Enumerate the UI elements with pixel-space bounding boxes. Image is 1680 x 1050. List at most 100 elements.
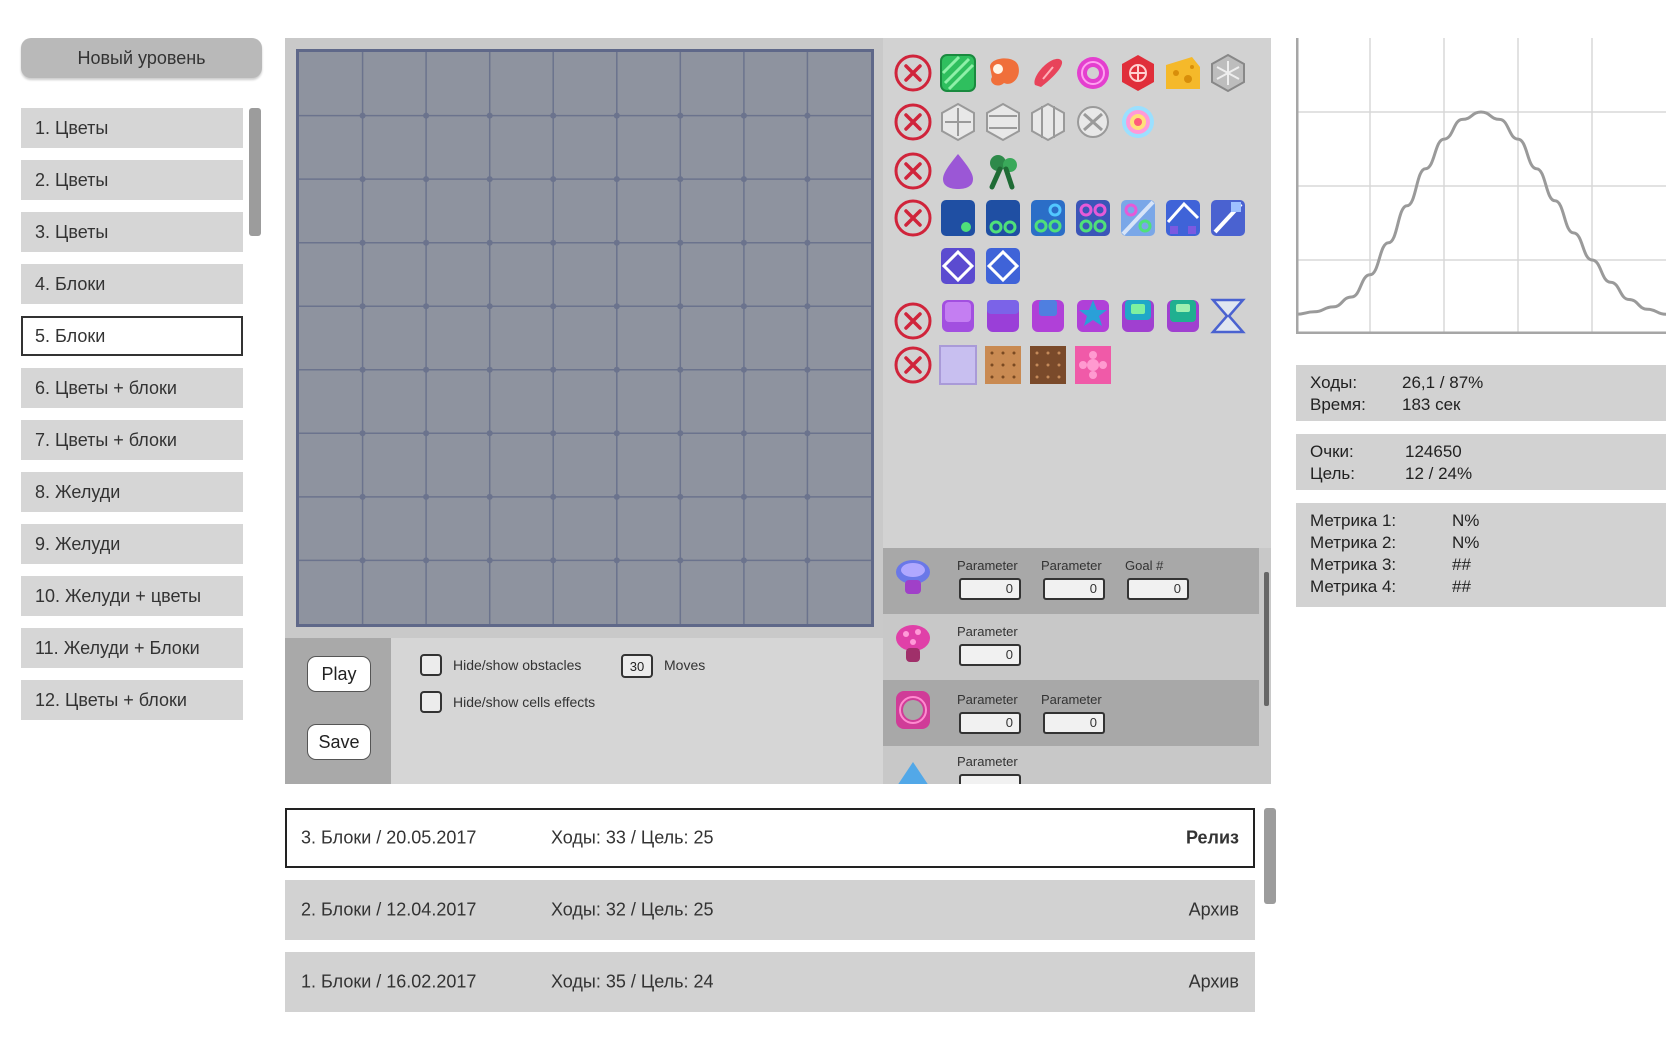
blue-block-rings-icon[interactable] (984, 198, 1022, 238)
glass-rings-icon[interactable] (1119, 198, 1157, 238)
purple-rings-icon[interactable] (1074, 198, 1112, 238)
purple-drop-icon[interactable] (939, 151, 977, 191)
grid-dot (359, 112, 366, 119)
remove-icon[interactable] (893, 53, 933, 93)
param-label: Parameter (957, 624, 1018, 639)
grid-dot (613, 112, 620, 119)
param-input[interactable]: 0 (959, 578, 1021, 600)
level-item[interactable]: 10. Желуди + цветы (21, 576, 243, 616)
white-blocker-icon-3[interactable] (1029, 102, 1067, 142)
score-stat-value: 124650 (1405, 442, 1462, 461)
metric-value: ## (1452, 577, 1471, 596)
hide-effects-checkbox[interactable] (420, 691, 442, 713)
grid-dot (486, 176, 493, 183)
param-input[interactable]: 0 (959, 712, 1021, 734)
white-blocker-icon-1[interactable] (939, 102, 977, 142)
param-input[interactable]: 0 (1043, 712, 1105, 734)
violet-cube-icon[interactable] (984, 296, 1022, 336)
grid-dot (423, 303, 430, 310)
cheese-icon[interactable] (1164, 53, 1202, 93)
gray-hexagon-icon[interactable] (1209, 53, 1247, 93)
grid-dot (486, 366, 493, 373)
grid-dot (677, 176, 684, 183)
new-level-button[interactable]: Новый уровень (21, 38, 262, 78)
blue-diamond-tile-icon-2[interactable] (984, 246, 1022, 286)
parameter-panel: Parameter 0 Parameter 0 Goal # 0 Paramet… (883, 548, 1271, 784)
remove-icon[interactable] (893, 301, 933, 341)
moves-stat-value: 26,1 / 87% (1402, 373, 1484, 392)
donut-icon[interactable] (1074, 53, 1112, 93)
hourglass-icon[interactable] (1209, 296, 1247, 336)
level-item[interactable]: 11. Желуди + Блоки (21, 628, 243, 668)
red-hexagon-icon[interactable] (1119, 53, 1157, 93)
magenta-cube-icon[interactable] (1029, 296, 1067, 336)
purple-cube-icon[interactable] (939, 296, 977, 336)
grid-dot (613, 239, 620, 246)
level-item[interactable]: 9. Желуди (21, 524, 243, 564)
remove-icon[interactable] (893, 345, 933, 385)
blue-diagonal-tile-icon[interactable] (1164, 198, 1202, 238)
cookie-cell-icon[interactable] (984, 345, 1022, 385)
meat-icon[interactable] (984, 53, 1022, 93)
palette-row (883, 53, 1271, 103)
moves-input[interactable]: 30 (621, 654, 653, 678)
level-item[interactable]: 1. Цветы (21, 108, 243, 148)
score-stat-label: Очки: (1310, 442, 1354, 461)
level-item[interactable]: 6. Цветы + блоки (21, 368, 243, 408)
history-scrollbar[interactable] (1264, 808, 1276, 904)
grid-dot (613, 493, 620, 500)
save-button[interactable]: Save (307, 724, 371, 760)
param-input[interactable] (959, 774, 1021, 784)
goal-stat-label: Цель: (1310, 464, 1355, 483)
blue-rings-icon[interactable] (1029, 198, 1067, 238)
blue-star-cube-icon[interactable] (1074, 296, 1112, 336)
grid-dot (359, 366, 366, 373)
level-item[interactable]: 12. Цветы + блоки (21, 680, 243, 720)
level-item-label: 5. Блоки (35, 325, 106, 346)
metric-label: Метрика 3: (1310, 555, 1397, 574)
goal-input[interactable]: 0 (1127, 578, 1189, 600)
lavender-cell-icon[interactable] (939, 345, 977, 385)
history-row[interactable]: 1. Блоки / 16.02.2017 Ходы: 35 / Цель: 2… (285, 952, 1255, 1012)
save-label: Save (318, 731, 360, 752)
history-row-current[interactable]: 3. Блоки / 20.05.2017 Ходы: 33 / Цель: 2… (285, 808, 1255, 868)
white-gear-icon[interactable] (1074, 102, 1112, 142)
green-cube-icon[interactable] (1164, 296, 1202, 336)
metric-label: Метрика 1: (1310, 511, 1397, 530)
remove-icon[interactable] (893, 151, 933, 191)
grid-dot (804, 176, 811, 183)
teal-cube-icon[interactable] (1119, 296, 1157, 336)
parameter-scrollbar[interactable] (1264, 572, 1269, 706)
blue-triangle-icon (898, 762, 928, 784)
pink-flower-cell-icon[interactable] (1074, 345, 1112, 385)
blue-block-icon[interactable] (939, 198, 977, 238)
grid-dot (677, 430, 684, 437)
blue-mushroom-icon (896, 560, 930, 594)
level-list-scrollbar[interactable] (249, 108, 261, 236)
green-striped-tile-icon[interactable] (939, 53, 977, 93)
chocolate-cell-icon[interactable] (1029, 345, 1067, 385)
rainbow-ball-icon[interactable] (1119, 102, 1157, 142)
remove-icon[interactable] (893, 198, 933, 238)
grid-dot (613, 176, 620, 183)
remove-icon[interactable] (893, 102, 933, 142)
sausage-icon[interactable] (1029, 53, 1067, 93)
play-button[interactable]: Play (307, 656, 371, 692)
level-item[interactable]: 2. Цветы (21, 160, 243, 200)
level-item-selected[interactable]: 5. Блоки (21, 316, 243, 356)
purple-diamond-tile-icon[interactable] (939, 246, 977, 286)
param-input[interactable]: 0 (1043, 578, 1105, 600)
level-item[interactable]: 3. Цветы (21, 212, 243, 252)
param-input[interactable]: 0 (959, 644, 1021, 666)
game-board[interactable] (296, 49, 874, 627)
hide-obstacles-checkbox[interactable] (420, 654, 442, 676)
level-item[interactable]: 7. Цветы + блоки (21, 420, 243, 460)
level-item[interactable]: 8. Желуди (21, 472, 243, 512)
level-item[interactable]: 4. Блоки (21, 264, 243, 304)
level-item-label: 7. Цветы + блоки (35, 429, 177, 450)
history-row[interactable]: 2. Блоки / 12.04.2017 Ходы: 32 / Цель: 2… (285, 880, 1255, 940)
green-broccoli-icon[interactable] (984, 151, 1022, 191)
white-blocker-icon-2[interactable] (984, 102, 1022, 142)
blue-diamond-tile-icon[interactable] (1209, 198, 1247, 238)
time-stat-label: Время: (1310, 395, 1366, 414)
